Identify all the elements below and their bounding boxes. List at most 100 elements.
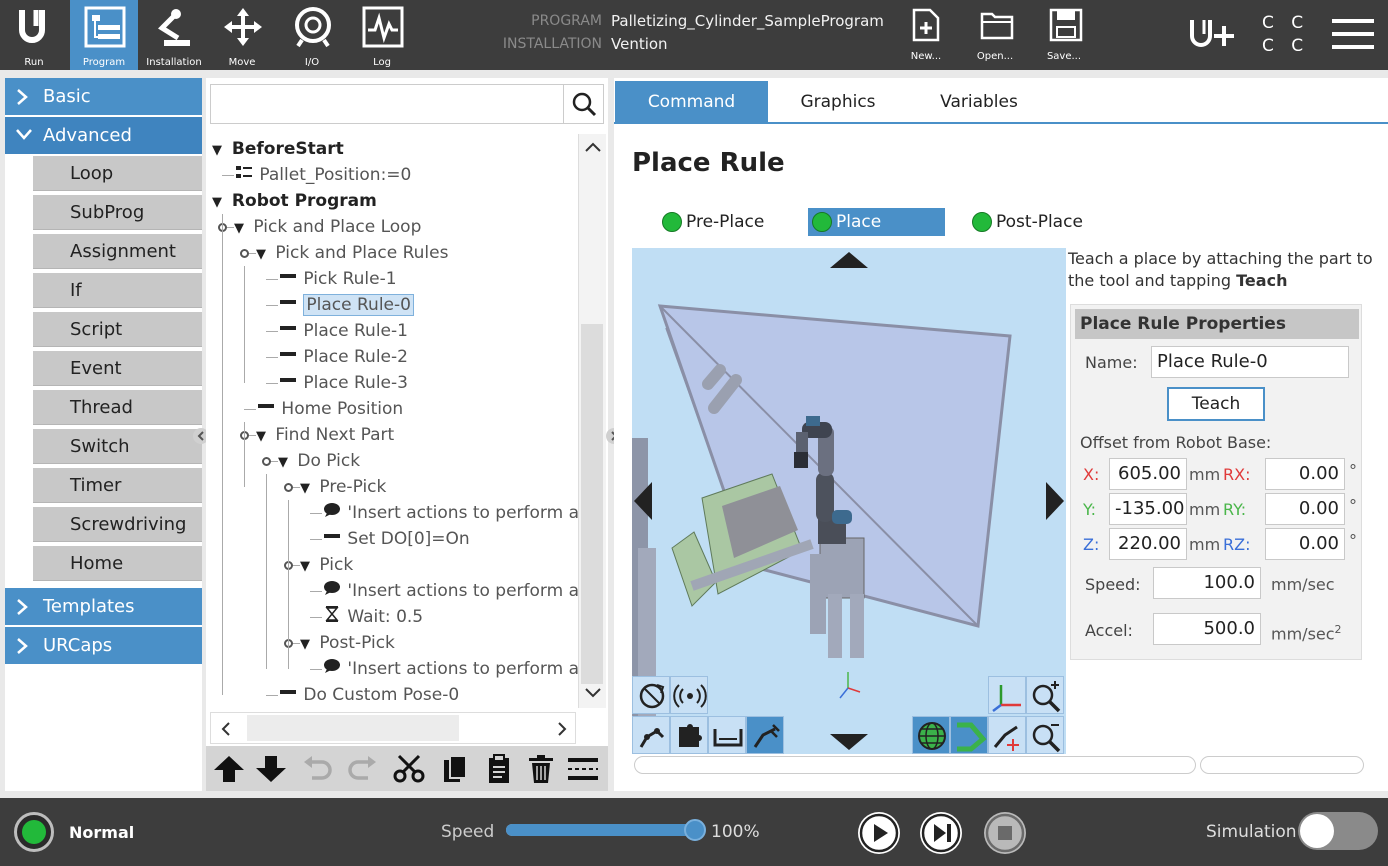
- tree-vertical-scrollbar[interactable]: [578, 134, 606, 708]
- scroll-up-icon[interactable]: [583, 140, 603, 154]
- tree-node[interactable]: Pallet_Position:=0: [234, 162, 411, 188]
- tree-node[interactable]: ▼ Pick and Place Rules: [256, 240, 448, 266]
- step-button[interactable]: [920, 812, 962, 854]
- tab-graphics[interactable]: Graphics: [770, 81, 906, 123]
- tree-node[interactable]: Pick Rule-1: [278, 266, 397, 292]
- node-if[interactable]: If: [33, 273, 202, 308]
- scroll-down-icon[interactable]: [583, 686, 603, 700]
- expand-toggle-icon[interactable]: ▼: [278, 450, 292, 476]
- axes-toggle-button[interactable]: [988, 676, 1026, 714]
- wireless-button[interactable]: [670, 676, 708, 714]
- undo-icon[interactable]: [300, 754, 334, 784]
- tree-node[interactable]: Place Rule-2: [278, 344, 408, 370]
- robot-view-button[interactable]: [632, 716, 670, 754]
- zoom-in-button[interactable]: [1026, 676, 1064, 714]
- speed-field[interactable]: 100.0: [1153, 567, 1261, 599]
- stop-button[interactable]: [984, 812, 1026, 854]
- expand-toggle-icon[interactable]: ▼: [256, 242, 270, 268]
- tree-node[interactable]: Wait: 0.5: [322, 604, 423, 630]
- path-view-button[interactable]: [950, 716, 988, 754]
- name-field[interactable]: Place Rule-0: [1151, 346, 1349, 378]
- node-event[interactable]: Event: [33, 351, 202, 386]
- expand-toggle-icon[interactable]: ▼: [300, 476, 314, 502]
- category-urcaps[interactable]: URCaps: [5, 627, 202, 664]
- node-subprog[interactable]: SubProg: [33, 195, 202, 230]
- tree-node[interactable]: ▼ Pick and Place Loop: [234, 214, 421, 240]
- x-field[interactable]: 605.00: [1109, 458, 1187, 490]
- subtab-post-place[interactable]: Post-Place: [968, 208, 1108, 236]
- tree-node[interactable]: ▼ Find Next Part: [256, 422, 394, 448]
- tree-node[interactable]: 'Insert actions to perform a: [322, 578, 578, 604]
- node-home[interactable]: Home: [33, 546, 202, 581]
- tree-node[interactable]: 'Insert actions to perform a: [322, 656, 578, 682]
- run-tab[interactable]: Run: [0, 0, 68, 70]
- log-tab[interactable]: Log: [348, 0, 416, 70]
- pallet-view-button[interactable]: [708, 716, 746, 754]
- tree-horizontal-scrollbar[interactable]: [210, 712, 576, 744]
- paste-icon[interactable]: [482, 754, 516, 784]
- tree-node[interactable]: ▼ BeforeStart: [212, 136, 344, 162]
- installation-tab[interactable]: Installation: [140, 0, 208, 70]
- world-view-button[interactable]: [912, 716, 950, 754]
- expand-toggle-icon[interactable]: ▼: [300, 632, 314, 658]
- subtab-place[interactable]: Place: [808, 208, 945, 236]
- tree-node[interactable]: 'Insert actions to perform a: [322, 500, 578, 526]
- view-down-arrow-icon[interactable]: [828, 732, 870, 752]
- search-button[interactable]: [563, 85, 603, 123]
- rz-field[interactable]: 0.00: [1265, 528, 1345, 560]
- robot-status-button[interactable]: [14, 812, 54, 852]
- tree-search-input[interactable]: [213, 87, 561, 121]
- speed-slider[interactable]: [506, 819, 706, 841]
- scrollbar-thumb[interactable]: [581, 324, 603, 684]
- tab-variables[interactable]: Variables: [910, 81, 1048, 123]
- accel-field[interactable]: 500.0: [1153, 613, 1261, 645]
- breakpoint-pin[interactable]: [284, 483, 293, 492]
- category-templates[interactable]: Templates: [5, 588, 202, 625]
- tree-node[interactable]: ▼ Robot Program: [212, 188, 377, 214]
- scrollbar-thumb[interactable]: [247, 715, 459, 741]
- node-assignment[interactable]: Assignment: [33, 234, 202, 269]
- teach-button[interactable]: Teach: [1167, 387, 1265, 421]
- tcp-view-button[interactable]: [988, 716, 1026, 754]
- tree-node[interactable]: Do Custom Pose-0: [278, 682, 459, 708]
- redo-icon[interactable]: [346, 754, 380, 784]
- speed-slider-knob[interactable]: [684, 819, 706, 841]
- node-loop[interactable]: Loop: [33, 156, 202, 191]
- scroll-left-icon[interactable]: [219, 720, 233, 738]
- ry-field[interactable]: 0.00: [1265, 493, 1345, 525]
- suppress-icon[interactable]: [566, 754, 600, 784]
- tab-command[interactable]: Command: [615, 81, 768, 123]
- zoom-out-button[interactable]: [1026, 716, 1064, 754]
- save-button[interactable]: Save...: [1034, 0, 1094, 70]
- urcap-view-button[interactable]: [670, 716, 708, 754]
- tree-node[interactable]: Home Position: [256, 396, 403, 422]
- simulation-toggle[interactable]: [1298, 812, 1378, 850]
- hamburger-menu-icon[interactable]: [1332, 18, 1374, 50]
- view-right-arrow-icon[interactable]: [1044, 480, 1066, 522]
- node-screwdriving[interactable]: Screwdriving: [33, 507, 202, 542]
- open-button[interactable]: Open...: [965, 0, 1025, 70]
- io-tab[interactable]: I/O: [278, 0, 346, 70]
- tree-node[interactable]: ▼ Do Pick: [278, 448, 360, 474]
- tree-node[interactable]: ▼ Pre-Pick: [300, 474, 386, 500]
- copy-icon[interactable]: [438, 754, 472, 784]
- tree-node[interactable]: Place Rule-1: [278, 318, 408, 344]
- breakpoint-pin[interactable]: [240, 249, 249, 258]
- node-timer[interactable]: Timer: [33, 468, 202, 503]
- program-tab[interactable]: Program: [70, 0, 138, 70]
- y-field[interactable]: -135.00: [1109, 493, 1187, 525]
- view-up-arrow-icon[interactable]: [828, 250, 870, 270]
- expand-toggle-icon[interactable]: ▼: [212, 190, 226, 216]
- tree-node[interactable]: Place Rule-3: [278, 370, 408, 396]
- view-left-arrow-icon[interactable]: [632, 480, 654, 522]
- move-down-icon[interactable]: [254, 754, 288, 784]
- node-script[interactable]: Script: [33, 312, 202, 347]
- rx-field[interactable]: 0.00: [1265, 458, 1345, 490]
- move-up-icon[interactable]: [212, 754, 246, 784]
- 3d-viewport[interactable]: [632, 248, 1066, 754]
- tree-node[interactable]: ▼ Pick: [300, 552, 353, 578]
- expand-toggle-icon[interactable]: ▼: [234, 216, 248, 242]
- expand-toggle-icon[interactable]: ▼: [212, 138, 226, 164]
- tree-node-selected[interactable]: Place Rule-0: [278, 292, 414, 318]
- subtab-pre-place[interactable]: Pre-Place: [658, 208, 788, 236]
